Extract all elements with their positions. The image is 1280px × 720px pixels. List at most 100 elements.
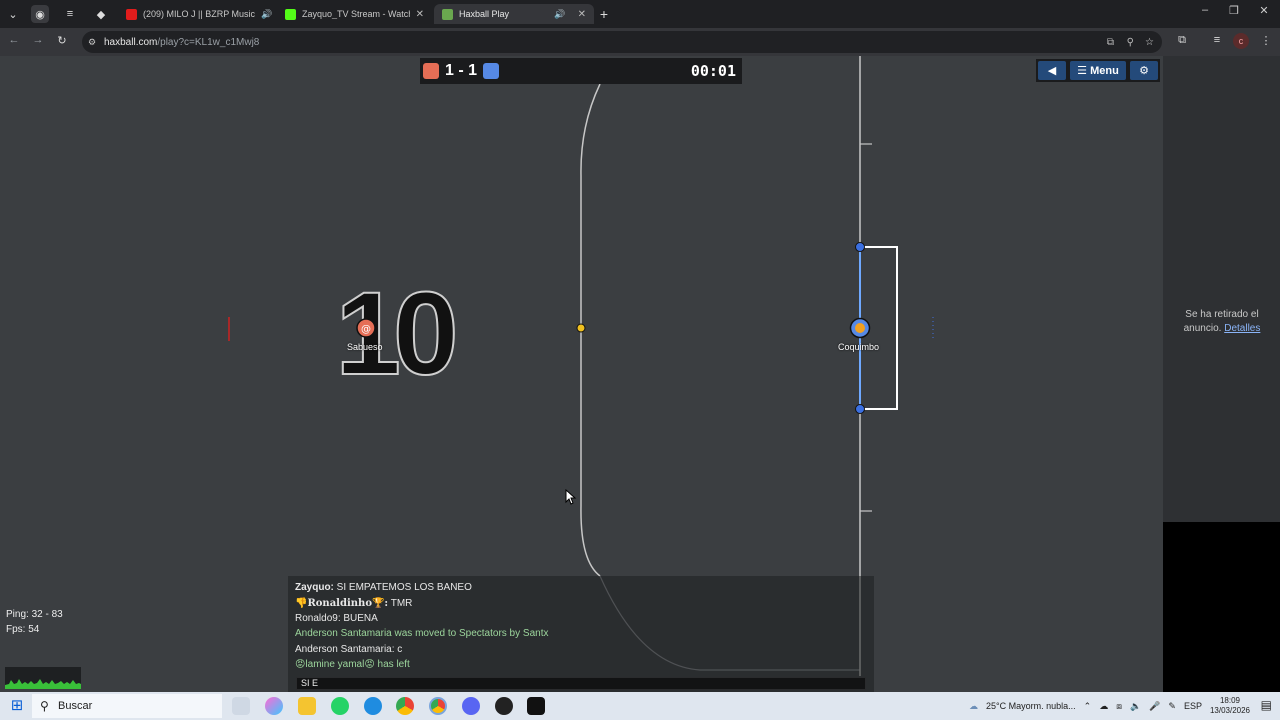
ad-panel bbox=[1163, 56, 1280, 522]
copilot-icon[interactable] bbox=[265, 697, 283, 715]
microphone-icon[interactable]: 🎤 bbox=[1149, 701, 1160, 712]
pinned-tab-diamond-icon[interactable]: ◆ bbox=[92, 5, 110, 23]
back-icon[interactable]: ← bbox=[6, 34, 22, 46]
restore-icon[interactable]: ❐ bbox=[1219, 4, 1249, 17]
player-name-blue: Coquimbo bbox=[838, 342, 880, 352]
windows-start-icon[interactable]: ⊞ bbox=[8, 697, 26, 715]
search-icon: ⚲ bbox=[40, 699, 49, 713]
speaker-icon[interactable]: 🔊 bbox=[261, 9, 272, 20]
fps-readout: Fps: 54 bbox=[6, 624, 40, 635]
chrome-icon[interactable] bbox=[396, 697, 414, 715]
chat-sender: Zayquo: bbox=[295, 582, 334, 593]
terminal-icon[interactable] bbox=[527, 697, 545, 715]
goal-post bbox=[855, 404, 865, 414]
game-top-buttons: ◀ ☰ Menu ⚙ bbox=[1036, 59, 1160, 82]
chat-message: Anderson Santamaria: c bbox=[295, 644, 403, 655]
settings-button[interactable]: ⚙ bbox=[1130, 61, 1158, 80]
search-placeholder: Buscar bbox=[58, 700, 93, 712]
chat-text: TMR bbox=[388, 598, 413, 609]
chat-message: Ronaldo9: BUENA bbox=[295, 613, 378, 624]
ball bbox=[576, 323, 586, 333]
kick-favicon-icon bbox=[285, 8, 296, 20]
hamburger-icon: ☰ bbox=[1077, 65, 1091, 77]
pen-icon[interactable]: ✎ bbox=[1168, 701, 1176, 712]
menu-button[interactable]: ☰ Menu bbox=[1070, 61, 1126, 80]
windows-taskbar: ⊞ ⚲ Buscar ☁ 25°C Mayorm. nubla... ⌃ ☁ ⧈… bbox=[0, 692, 1280, 720]
score: 1 - 1 bbox=[445, 62, 478, 79]
close-window-icon[interactable]: ✕ bbox=[1249, 4, 1279, 17]
player-emoji-avatar bbox=[855, 323, 865, 333]
player-name-red: Sabueso bbox=[347, 342, 383, 352]
weather-text[interactable]: 25°C Mayorm. nubla... bbox=[986, 701, 1076, 711]
tab-title: Haxball Play bbox=[459, 9, 510, 19]
forward-icon[interactable]: → bbox=[30, 34, 46, 46]
notification-icon[interactable]: ▤ bbox=[1261, 698, 1272, 712]
language-indicator[interactable]: ESP bbox=[1184, 701, 1202, 711]
clock-time: 18:09 bbox=[1219, 696, 1240, 705]
match-timer: 00:01 bbox=[690, 62, 736, 80]
tab-haxball[interactable]: Haxball Play 🔊 ✕ bbox=[434, 4, 594, 24]
bookmark-star-icon[interactable]: ☆ bbox=[1145, 37, 1154, 48]
whatsapp-icon[interactable] bbox=[331, 697, 349, 715]
minimize-icon[interactable]: – bbox=[1190, 4, 1220, 16]
ad-details-link[interactable]: Detalles bbox=[1224, 323, 1260, 334]
tab-kick[interactable]: Zayquo_TV Stream - Watch Live ✕ bbox=[277, 4, 432, 24]
chrome-active-icon[interactable] bbox=[429, 697, 447, 715]
extensions-icon[interactable]: ⧉ bbox=[1174, 34, 1190, 47]
gear-icon: ⚙ bbox=[1139, 65, 1149, 77]
url-path: /play?c=KL1w_c1Mwj8 bbox=[157, 36, 260, 48]
kebab-menu-icon[interactable]: ⋮ bbox=[1258, 34, 1274, 47]
chat-panel: Zayquo: SI EMPATEMOS LOS BANEO 👎Ronaldin… bbox=[288, 576, 874, 692]
media-control-icon[interactable]: ≡ bbox=[1209, 34, 1225, 46]
zoom-icon[interactable]: ⚲ bbox=[1127, 37, 1134, 48]
chat-sender: 👎Ronaldinho🏆: bbox=[295, 598, 389, 609]
sound-button[interactable]: ◀ bbox=[1038, 61, 1066, 80]
task-view-icon[interactable] bbox=[232, 697, 250, 715]
discord-icon[interactable] bbox=[462, 697, 480, 715]
chat-message: Zayquo: SI EMPATEMOS LOS BANEO bbox=[295, 582, 472, 593]
onedrive-icon[interactable]: ☁ bbox=[1099, 701, 1108, 712]
close-tab-icon[interactable]: ✕ bbox=[578, 9, 586, 20]
chat-input[interactable]: SI E bbox=[296, 677, 866, 690]
network-icon[interactable]: ⧈ bbox=[1116, 701, 1122, 712]
youtube-favicon-icon bbox=[126, 8, 137, 20]
speaker-icon[interactable]: 🔊 bbox=[554, 9, 565, 20]
chat-system-message: Anderson Santamaria was moved to Spectat… bbox=[295, 628, 549, 639]
chat-system-message: 😡lamine yamal😡 has left bbox=[295, 659, 410, 670]
pinned-tab-icon[interactable]: ◉ bbox=[31, 5, 49, 23]
weather-cloud-icon: ☁ bbox=[969, 700, 979, 711]
player-avatar: @ bbox=[361, 324, 371, 335]
scoreboard: 1 - 1 00:01 bbox=[420, 58, 742, 84]
close-tab-icon[interactable]: ✕ bbox=[416, 9, 424, 20]
haxball-favicon-icon bbox=[442, 8, 453, 20]
translate-icon[interactable]: ⧉ bbox=[1107, 37, 1114, 48]
blue-team-icon bbox=[483, 63, 500, 79]
reload-icon[interactable]: ↻ bbox=[54, 34, 70, 47]
url-domain: haxball.com bbox=[104, 36, 158, 48]
address-bar[interactable]: ⚙ haxball.com/play?c=KL1w_c1Mwj8 ⧉ ⚲ ☆ bbox=[82, 31, 1162, 53]
profile-avatar[interactable]: c bbox=[1233, 33, 1249, 49]
pinned-tab-stack-icon[interactable]: ≡ bbox=[61, 5, 79, 23]
tab-list-chevron-icon[interactable]: ⌄ bbox=[4, 5, 22, 23]
clock[interactable]: 18:09 13/03/2026 bbox=[1210, 696, 1250, 716]
menu-label: Menu bbox=[1090, 64, 1119, 77]
taskbar-search[interactable]: ⚲ Buscar bbox=[32, 694, 222, 718]
system-tray: ☁ 25°C Mayorm. nubla... ⌃ ☁ ⧈ 🔈 🎤 ✎ ESP … bbox=[969, 692, 1250, 720]
new-tab-icon[interactable]: + bbox=[595, 5, 613, 23]
obs-icon[interactable] bbox=[495, 697, 513, 715]
tray-chevron-icon[interactable]: ⌃ bbox=[1084, 701, 1092, 712]
ad-removed-notice: Se ha retirado el anuncio. Detalles bbox=[1170, 308, 1274, 336]
chat-text: SI EMPATEMOS LOS BANEO bbox=[333, 582, 472, 593]
jersey-number: 10 bbox=[335, 268, 454, 400]
file-explorer-icon[interactable] bbox=[298, 697, 316, 715]
network-stats: Ping: 32 - 83 Fps: 54 bbox=[6, 607, 63, 637]
ad-panel-lower bbox=[1163, 522, 1280, 692]
clock-date: 13/03/2026 bbox=[1209, 706, 1250, 715]
site-info-icon[interactable]: ⚙ bbox=[88, 37, 96, 48]
tab-youtube[interactable]: (209) MILO J || BZRP Music 🔊 ✕ bbox=[118, 4, 274, 24]
edge-icon[interactable] bbox=[364, 697, 382, 715]
tab-bar: ⌄ ◉ ≡ ◆ (209) MILO J || BZRP Music 🔊 ✕ Z… bbox=[0, 0, 1280, 28]
chat-message: 👎Ronaldinho🏆: TMR bbox=[295, 598, 412, 609]
volume-icon[interactable]: 🔈 bbox=[1130, 701, 1141, 712]
navigation-bar: ← → ↻ ⚙ haxball.com/play?c=KL1w_c1Mwj8 ⧉… bbox=[0, 28, 1280, 56]
